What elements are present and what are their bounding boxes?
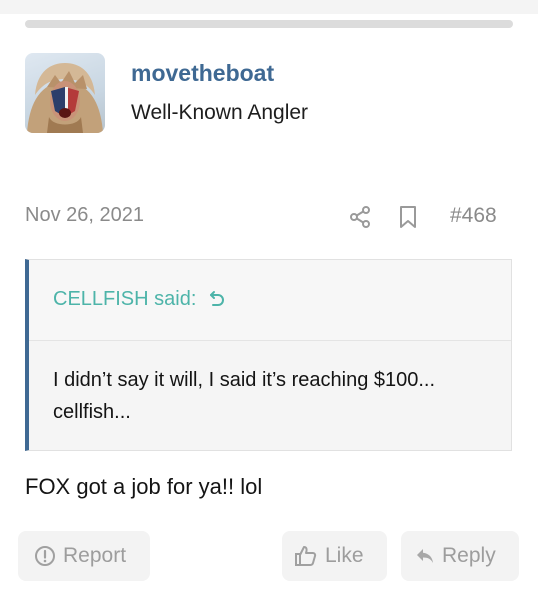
reply-label: Reply	[442, 544, 496, 567]
quote-attribution[interactable]: CELLFISH said:	[53, 288, 196, 310]
quote-attribution-link[interactable]: CELLFISH said:	[53, 288, 226, 311]
share-icon[interactable]	[348, 205, 372, 229]
return-arrow-icon[interactable]	[208, 289, 226, 307]
report-label: Report	[63, 544, 127, 567]
reply-arrow-icon	[417, 549, 433, 563]
post-message: FOX got a job for ya!! lol	[25, 474, 263, 499]
post-date[interactable]: Nov 26, 2021	[25, 204, 144, 227]
post-number[interactable]: #468	[450, 204, 497, 228]
author-username[interactable]: movetheboat	[131, 60, 274, 87]
bookmark-icon[interactable]	[397, 205, 419, 229]
author-user-title: Well-Known Angler	[131, 101, 309, 124]
quote-header: CELLFISH said:	[29, 260, 511, 341]
quote-block: CELLFISH said: I didn’t say it will, I s…	[25, 259, 512, 451]
quote-text: I didn’t say it will, I said it’s reachi…	[53, 369, 436, 423]
report-button[interactable]: Report	[18, 531, 150, 581]
exclamation-circle-icon	[35, 546, 55, 566]
avatar-image	[27, 63, 103, 133]
avatar[interactable]	[25, 53, 105, 133]
thumbs-up-icon	[295, 546, 317, 566]
like-button[interactable]: Like	[282, 531, 387, 581]
post-divider-bar	[25, 20, 513, 28]
reply-button[interactable]: Reply	[401, 531, 519, 581]
previous-post-edge	[0, 0, 538, 14]
like-label: Like	[325, 544, 364, 567]
